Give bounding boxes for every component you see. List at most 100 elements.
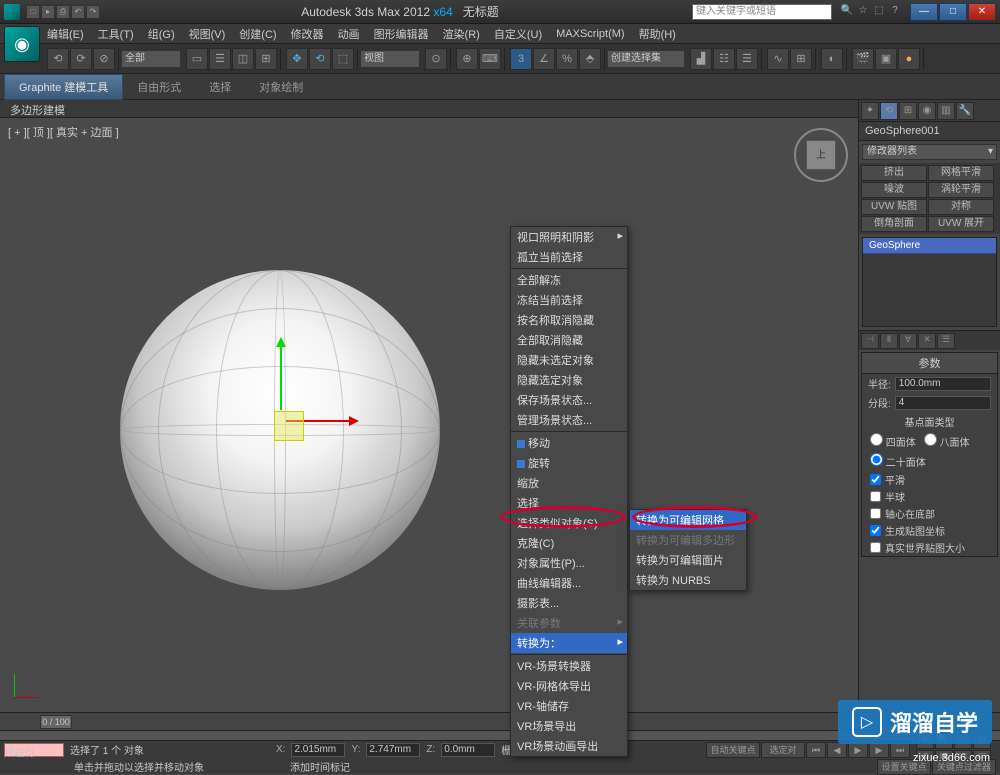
qat-save-icon[interactable]: ⎙ bbox=[56, 5, 70, 19]
qat-redo-icon[interactable]: ↷ bbox=[86, 5, 100, 19]
ctx-selsim[interactable]: 选择类似对象(S) bbox=[511, 513, 627, 533]
goto-start-icon[interactable]: ⏮ bbox=[806, 742, 826, 758]
snap-toggle-icon[interactable]: 3 bbox=[510, 48, 532, 70]
unique-icon[interactable]: ∀ bbox=[899, 333, 917, 349]
maximize-button[interactable]: □ bbox=[939, 3, 967, 21]
align-icon[interactable]: ☷ bbox=[713, 48, 735, 70]
ctx-savestate[interactable]: 保存场景状态... bbox=[511, 390, 627, 410]
mod-uvwmap[interactable]: UVW 贴图 bbox=[861, 199, 927, 215]
ctx-convert[interactable]: 转换为： bbox=[511, 633, 627, 653]
ribbon-freeform[interactable]: 自由形式 bbox=[123, 75, 195, 99]
ctx-unhideall[interactable]: 全部取消隐藏 bbox=[511, 330, 627, 350]
y-input[interactable]: 2.747mm bbox=[366, 743, 420, 757]
hierarchy-panel-icon[interactable]: ⊞ bbox=[899, 102, 917, 120]
close-button[interactable]: ✕ bbox=[968, 3, 996, 21]
gizmo-y-axis[interactable] bbox=[280, 340, 282, 410]
geosphere-object[interactable] bbox=[120, 270, 440, 590]
config-icon[interactable]: ☰ bbox=[937, 333, 955, 349]
pin-stack-icon[interactable]: ⊣ bbox=[861, 333, 879, 349]
ctx-move[interactable]: 移动 bbox=[511, 433, 627, 453]
object-name[interactable]: GeoSphere001 bbox=[859, 122, 1000, 141]
radio-icosa[interactable]: 二十面体 bbox=[870, 453, 926, 469]
mod-uvwunwrap[interactable]: UVW 展开 bbox=[928, 216, 994, 232]
ctx-hideunsel[interactable]: 隐藏未选定对象 bbox=[511, 350, 627, 370]
qat-undo-icon[interactable]: ↶ bbox=[71, 5, 85, 19]
ctx-managestate[interactable]: 管理场景状态... bbox=[511, 410, 627, 430]
menu-edit[interactable]: 编辑(E) bbox=[40, 24, 91, 44]
segments-spinner[interactable]: 4 bbox=[895, 396, 991, 410]
help-search-input[interactable]: 键入关键字或短语 bbox=[692, 4, 832, 20]
curve-editor-icon[interactable]: ∿ bbox=[767, 48, 789, 70]
menu-customize[interactable]: 自定义(U) bbox=[487, 24, 549, 44]
select-icon[interactable]: ▭ bbox=[186, 48, 208, 70]
menu-maxscript[interactable]: MAXScript(M) bbox=[549, 26, 631, 42]
ctx-vraxis[interactable]: VR-轴储存 bbox=[511, 696, 627, 716]
ctx-vrproxy[interactable]: VR-场景转换器 bbox=[511, 656, 627, 676]
link-icon[interactable]: ⟲ bbox=[47, 48, 69, 70]
mod-extrude[interactable]: 挤出 bbox=[861, 165, 927, 181]
chk-smooth[interactable]: 平滑 bbox=[862, 471, 997, 488]
ribbon-objpaint[interactable]: 对象绘制 bbox=[245, 75, 317, 99]
render-setup-icon[interactable]: 🎬 bbox=[852, 48, 874, 70]
create-panel-icon[interactable]: ✦ bbox=[861, 102, 879, 120]
script-listener[interactable]: 所在行 bbox=[4, 743, 64, 757]
add-time-tag[interactable]: 添加时间标记 bbox=[290, 759, 350, 774]
ctx-clone[interactable]: 克隆(C) bbox=[511, 533, 627, 553]
chk-base[interactable]: 轴心在底部 bbox=[862, 505, 997, 522]
ctx-select[interactable]: 选择 bbox=[511, 493, 627, 513]
application-button[interactable]: ◉ bbox=[4, 26, 40, 62]
render-icon[interactable]: ● bbox=[898, 48, 920, 70]
rollout-header[interactable]: 参数 bbox=[862, 353, 997, 374]
ctx-unhidename[interactable]: 按名称取消隐藏 bbox=[511, 310, 627, 330]
window-crossing-icon[interactable]: ⊞ bbox=[255, 48, 277, 70]
autokey-button[interactable]: 自动关键点 bbox=[706, 742, 760, 758]
layers-icon[interactable]: ☰ bbox=[736, 48, 758, 70]
sub-editable-poly[interactable]: 转换为可编辑多边形 bbox=[630, 530, 746, 550]
mod-turbosmooth[interactable]: 涡轮平滑 bbox=[928, 182, 994, 198]
chk-realuv[interactable]: 真实世界贴图大小 bbox=[862, 539, 997, 556]
ctx-vrscene[interactable]: VR场景导出 bbox=[511, 716, 627, 736]
help-icon[interactable]: ? bbox=[888, 5, 902, 19]
menu-help[interactable]: 帮助(H) bbox=[632, 24, 683, 44]
radio-tetra[interactable]: 四面体 bbox=[870, 433, 916, 449]
ctx-hidesel[interactable]: 隐藏选定对象 bbox=[511, 370, 627, 390]
menu-create[interactable]: 创建(C) bbox=[232, 24, 283, 44]
z-input[interactable]: 0.0mm bbox=[441, 743, 495, 757]
mirror-icon[interactable]: ▟ bbox=[690, 48, 712, 70]
modifier-list[interactable]: 修改器列表 bbox=[862, 144, 997, 160]
show-end-icon[interactable]: Ⅱ bbox=[880, 333, 898, 349]
ctx-scale[interactable]: 缩放 bbox=[511, 473, 627, 493]
select-region-icon[interactable]: ◫ bbox=[232, 48, 254, 70]
ctx-isolate[interactable]: 孤立当前选择 bbox=[511, 247, 627, 267]
viewport[interactable]: [ + ][ 顶 ][ 真实 + 边面 ] 上 bbox=[0, 120, 858, 712]
bind-icon[interactable]: ⊘ bbox=[93, 48, 115, 70]
material-editor-icon[interactable]: ◐ bbox=[821, 48, 843, 70]
viewcube-face[interactable]: 上 bbox=[806, 140, 836, 170]
pivot-icon[interactable]: ⊙ bbox=[425, 48, 447, 70]
ref-coord-system[interactable]: 视图 bbox=[360, 50, 420, 68]
modify-panel-icon[interactable]: ⟲ bbox=[880, 102, 898, 120]
unlink-icon[interactable]: ⟳ bbox=[70, 48, 92, 70]
ctx-vranim[interactable]: VR场景动画导出 bbox=[511, 736, 627, 756]
qat-open-icon[interactable]: ▸ bbox=[41, 5, 55, 19]
manipulate-icon[interactable]: ⊕ bbox=[456, 48, 478, 70]
utilities-panel-icon[interactable]: 🔧 bbox=[956, 102, 974, 120]
schematic-icon[interactable]: ⊞ bbox=[790, 48, 812, 70]
mod-symmetry[interactable]: 对称 bbox=[928, 199, 994, 215]
radio-octa[interactable]: 八面体 bbox=[924, 433, 970, 449]
menu-views[interactable]: 视图(V) bbox=[182, 24, 233, 44]
selection-filter[interactable]: 全部 bbox=[121, 50, 181, 68]
viewport-label[interactable]: [ + ][ 顶 ][ 真实 + 边面 ] bbox=[8, 124, 119, 140]
scale-icon[interactable]: ⬚ bbox=[332, 48, 354, 70]
sub-nurbs[interactable]: 转换为 NURBS bbox=[630, 570, 746, 590]
angle-snap-icon[interactable]: ∠ bbox=[533, 48, 555, 70]
mod-bevel[interactable]: 倒角剖面 bbox=[861, 216, 927, 232]
menu-modifiers[interactable]: 修改器 bbox=[284, 24, 331, 44]
radius-spinner[interactable]: 100.0mm bbox=[895, 377, 991, 391]
qat-new-icon[interactable]: □ bbox=[26, 5, 40, 19]
mod-meshsmooth[interactable]: 网格平滑 bbox=[928, 165, 994, 181]
time-slider-thumb[interactable]: 0 / 100 bbox=[40, 715, 72, 729]
ctx-lighting[interactable]: 视口照明和阴影 bbox=[511, 227, 627, 247]
x-input[interactable]: 2.015mm bbox=[291, 743, 345, 757]
ctx-curveed[interactable]: 曲线编辑器... bbox=[511, 573, 627, 593]
